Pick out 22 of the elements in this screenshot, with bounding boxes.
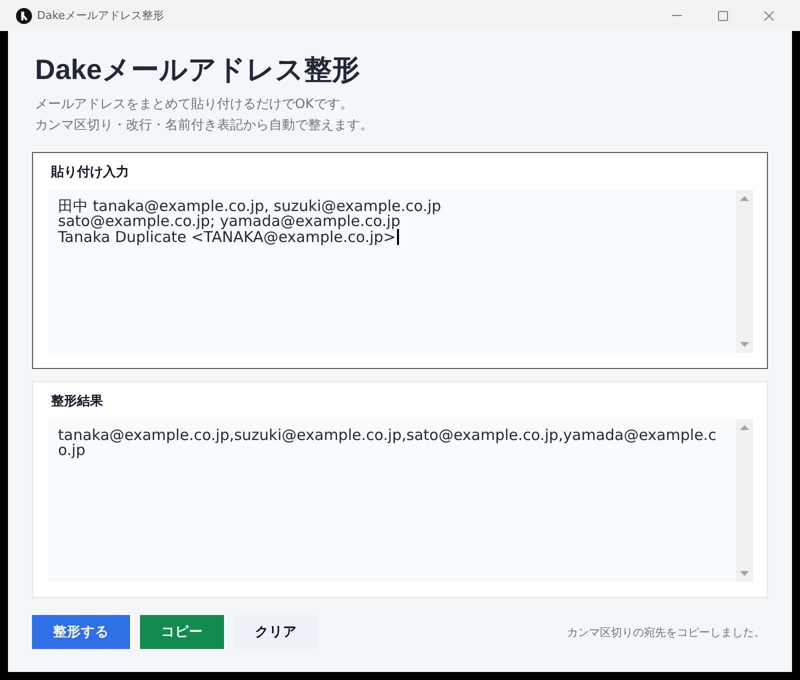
clear-button[interactable]: クリア: [234, 615, 318, 649]
app-title: Dakeメールアドレス整形: [35, 53, 360, 87]
close-icon[interactable]: [764, 10, 774, 20]
app-logo-icon: [16, 8, 32, 24]
description-text: カンマ区切り・改行・名前付き表記から自動で整えます。: [35, 117, 373, 135]
text-caret-icon: [396, 229, 399, 245]
scrollbar[interactable]: [736, 419, 753, 582]
maximize-icon[interactable]: [718, 10, 728, 20]
output-textarea[interactable]: tanaka@example.co.jp,suzuki@example.co.jp,sato@example.co.jp,yamada@example.co.jp: [48, 419, 753, 582]
scroll-down-icon[interactable]: [740, 571, 749, 576]
scroll-up-icon[interactable]: [740, 425, 749, 430]
description-text: メールアドレスをまとめて貼り付けるだけでOKです。: [35, 96, 353, 114]
status-message: カンマ区切りの宛先をコピーしました。: [567, 624, 765, 640]
copy-button[interactable]: コピー: [140, 615, 224, 649]
panel-label: 整形結果: [51, 393, 103, 411]
window-title: Dakeメールアドレス整形: [37, 8, 165, 23]
format-button[interactable]: 整形する: [32, 615, 130, 649]
panel-label: 貼り付け入力: [51, 164, 129, 182]
scroll-up-icon[interactable]: [740, 196, 749, 201]
scrollbar[interactable]: [736, 190, 753, 353]
scroll-down-icon[interactable]: [740, 342, 749, 347]
input-textarea[interactable]: 田中 tanaka@example.co.jp, suzuki@example.co.jp sato@example.co.jp; yamada@example.co.jp Tanaka Duplicate <TANAKA@example.co.jp>: [48, 190, 753, 353]
